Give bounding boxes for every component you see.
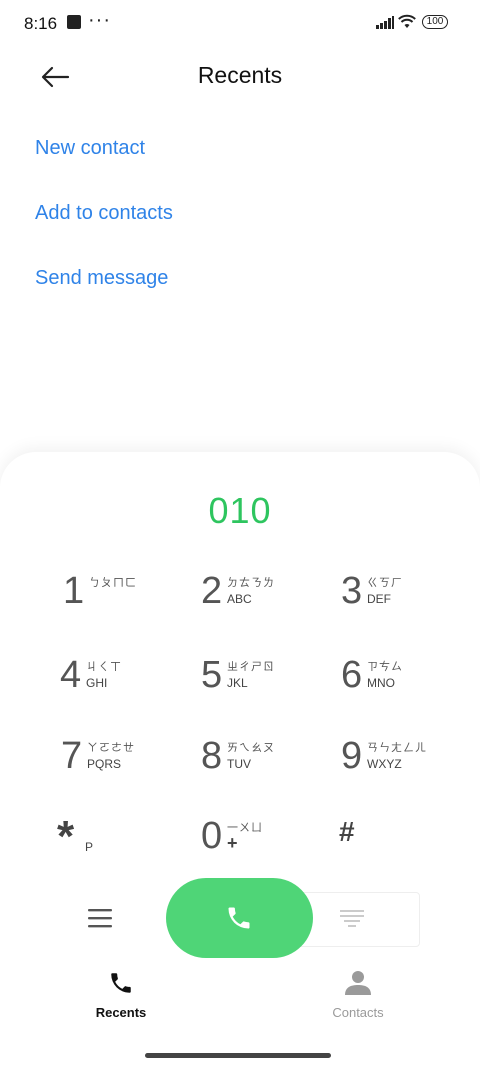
dial-key-1[interactable]: 1 ㄅㄆㄇㄈ [63, 570, 173, 630]
status-time: 8:16 [24, 14, 58, 33]
key-digit: 7 [61, 735, 83, 777]
key-zhuyin: ㄗㄘㄙ [367, 661, 403, 673]
tab-recents[interactable]: Recents [41, 970, 201, 1020]
dial-key-0[interactable]: 0 一ㄨㄩ + [201, 815, 311, 875]
wifi-icon [398, 14, 416, 28]
key-digit: 5 [201, 654, 223, 696]
key-digit: 2 [201, 570, 223, 612]
key-letters: ABC [227, 592, 252, 606]
person-icon [345, 971, 371, 995]
key-sub: P [85, 840, 94, 854]
dial-key-5[interactable]: 5 ㄓㄔㄕㄖ JKL [201, 654, 311, 714]
key-digit: 0 [201, 815, 223, 857]
key-zhuyin: ㄅㄆㄇㄈ [89, 577, 137, 589]
key-digit: # [339, 816, 355, 847]
key-sub: + [227, 833, 238, 853]
dial-key-8[interactable]: 8 ㄞㄟㄠㄡ TUV [201, 735, 311, 795]
tab-label: Contacts [332, 1005, 384, 1020]
new-contact-link[interactable]: New contact [35, 137, 145, 160]
key-zhuyin: ㄞㄟㄠㄡ [227, 742, 275, 754]
key-zhuyin: ㄉㄊㄋㄌ [227, 577, 275, 589]
battery-icon: 100 [422, 15, 448, 29]
key-letters: DEF [367, 592, 391, 606]
dial-key-2[interactable]: 2 ㄉㄊㄋㄌ ABC [201, 570, 311, 630]
home-indicator[interactable] [145, 1053, 331, 1058]
bottom-nav: Recents Contacts [0, 970, 480, 1040]
send-message-link[interactable]: Send message [35, 267, 168, 290]
dialpad-toggle-icon[interactable] [340, 910, 364, 928]
notification-square-icon [67, 15, 81, 29]
tab-contacts[interactable]: Contacts [278, 970, 438, 1020]
key-zhuyin: ㄚㄛㄜㄝ [87, 742, 135, 754]
signal-icon [376, 16, 394, 29]
add-to-contacts-link[interactable]: Add to contacts [35, 202, 173, 225]
page-title: Recents [197, 62, 283, 88]
dial-key-9[interactable]: 9 ㄢㄣㄤㄥㄦ WXYZ [341, 735, 451, 795]
key-letters: GHI [86, 676, 108, 690]
dial-key-3[interactable]: 3 ㄍㄎㄏ DEF [341, 570, 451, 630]
menu-icon[interactable] [88, 906, 112, 930]
key-zhuyin: ㄍㄎㄏ [367, 577, 403, 589]
key-letters: JKL [227, 676, 248, 690]
key-digit: 6 [341, 654, 363, 696]
phone-icon [111, 973, 131, 993]
key-digit: 1 [63, 570, 85, 612]
dial-key-4[interactable]: 4 ㄐㄑㄒ GHI [60, 654, 170, 714]
key-letters: WXYZ [367, 757, 402, 771]
dial-key-7[interactable]: 7 ㄚㄛㄜㄝ PQRS [61, 735, 171, 795]
key-letters: MNO [367, 676, 395, 690]
key-digit: 8 [201, 735, 223, 777]
dial-key-star[interactable]: * P [57, 812, 167, 878]
call-button[interactable] [166, 878, 313, 958]
key-zhuyin: ㄐㄑㄒ [86, 661, 122, 673]
more-notifications-icon: ··· [88, 9, 111, 31]
dialed-number: 010 [208, 490, 272, 531]
key-letters: PQRS [87, 757, 122, 771]
phone-icon [228, 907, 250, 929]
key-zhuyin: ㄢㄣㄤㄥㄦ [367, 742, 427, 754]
key-digit: * [57, 812, 75, 861]
tab-label: Recents [95, 1005, 147, 1020]
dial-key-hash[interactable]: # [339, 816, 449, 878]
status-bar: 8:16 ··· 100 [0, 0, 480, 48]
key-digit: 3 [341, 570, 363, 612]
key-zhuyin: ㄓㄔㄕㄖ [227, 661, 275, 673]
key-digit: 9 [341, 735, 363, 777]
dial-key-6[interactable]: 6 ㄗㄘㄙ MNO [341, 654, 451, 714]
key-digit: 4 [60, 654, 82, 696]
key-letters: TUV [227, 757, 251, 771]
